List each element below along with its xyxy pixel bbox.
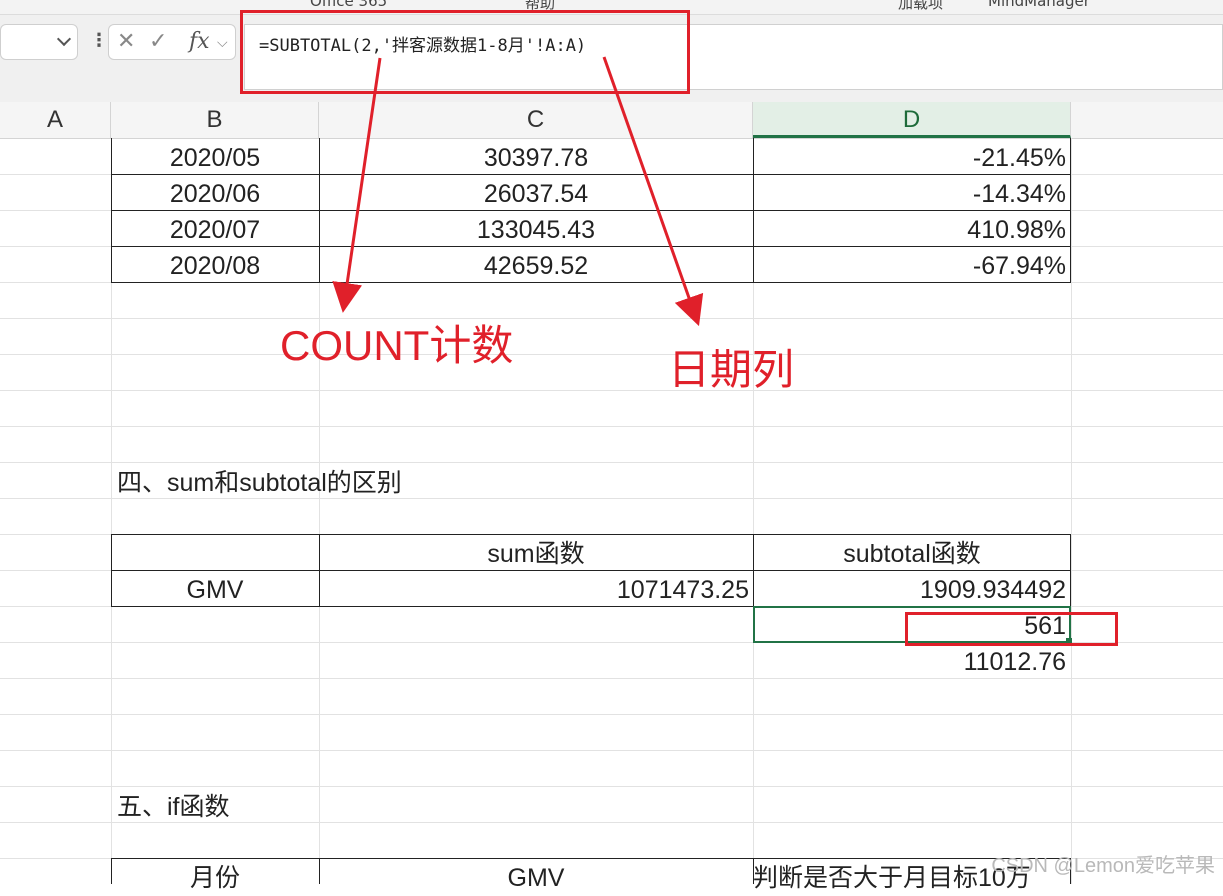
annotation-count-label: COUNT计数 — [280, 322, 514, 369]
annotation-arrows — [332, 56, 704, 327]
arrow-to-date-label — [602, 56, 704, 327]
annotation-date-column-label: 日期列 — [668, 346, 795, 393]
watermark: CSDN @Lemon爱吃苹果 — [991, 855, 1215, 877]
arrow-to-count-label — [332, 57, 382, 313]
